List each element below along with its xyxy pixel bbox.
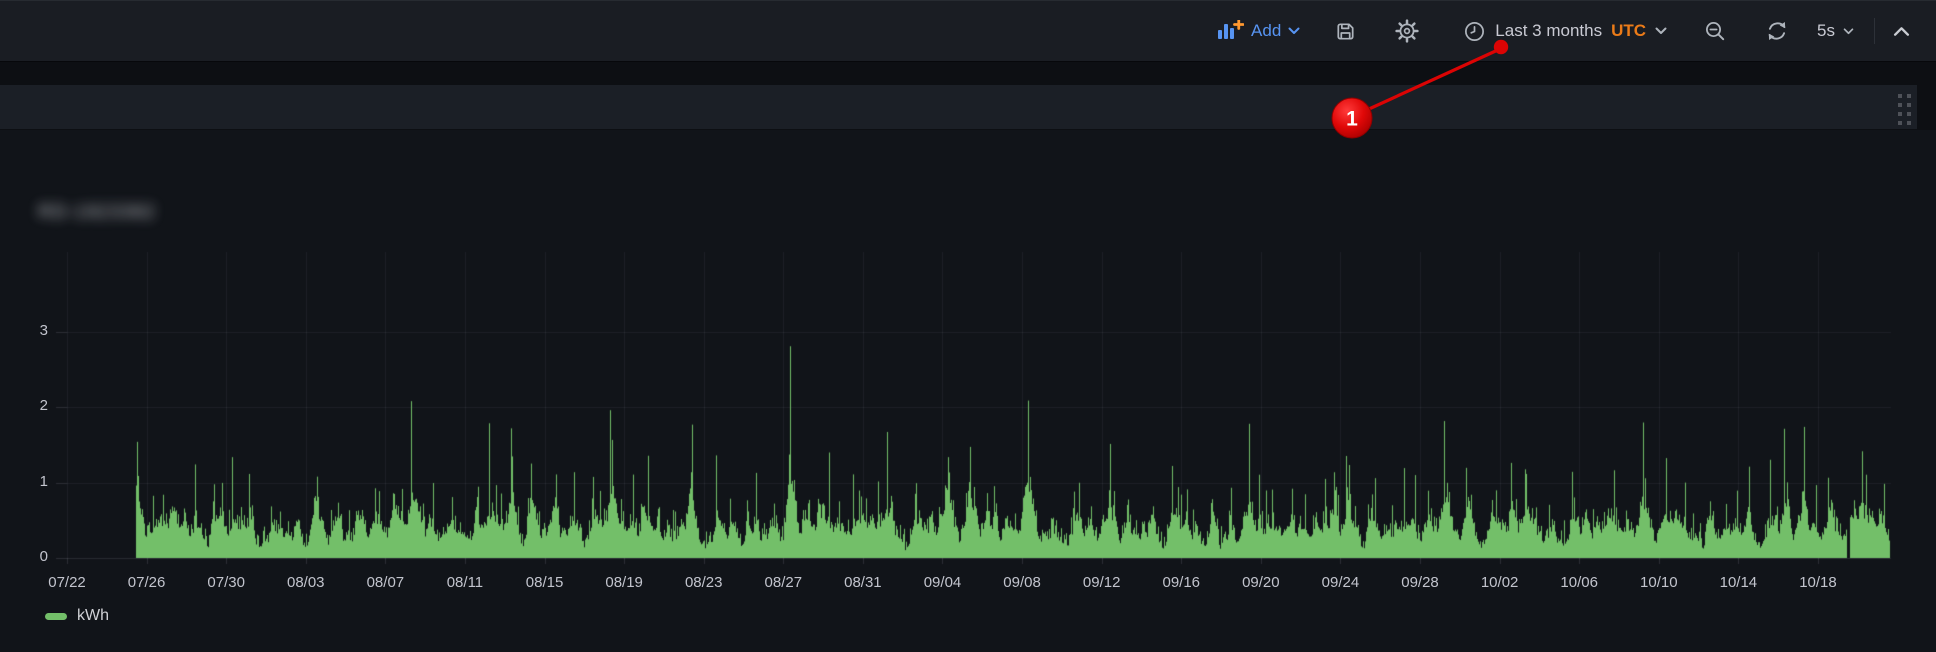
x-tick-label: 10/06 [1560, 574, 1598, 591]
legend-item-kwh[interactable]: kWh [45, 607, 109, 625]
refresh-interval-button[interactable]: 5s [1807, 1, 1864, 61]
chevron-down-icon [1655, 27, 1667, 35]
x-tick-label: 09/04 [924, 574, 962, 591]
x-tick-label: 09/12 [1083, 574, 1121, 591]
drag-handle-icon[interactable] [1898, 94, 1911, 125]
x-tick-label: 08/31 [844, 574, 882, 591]
x-tick-label: 08/11 [447, 574, 483, 591]
collapse-toolbar-button[interactable] [1887, 1, 1916, 61]
x-tick-label: 09/16 [1162, 574, 1200, 591]
dashboard-settings-button[interactable] [1385, 1, 1429, 61]
zoom-out-icon [1703, 19, 1727, 43]
x-tick-label: 08/07 [367, 574, 405, 591]
x-tick-label: 10/18 [1799, 574, 1837, 591]
legend-label: kWh [77, 607, 109, 625]
x-tick-label: 09/28 [1401, 574, 1439, 591]
add-panel-icon [1217, 20, 1244, 42]
refresh-interval-label: 5s [1817, 21, 1835, 41]
toolbar-actions: Add [1207, 1, 1936, 61]
x-axis-labels: 07/22 07/26 07/30 08/03 08/07 08/11 08/15 08/19… [0, 574, 1936, 594]
y-tick-label: 3 [0, 322, 48, 339]
gear-icon [1395, 19, 1419, 43]
time-range-picker-button[interactable]: Last 3 months UTC [1453, 1, 1677, 61]
chevron-down-icon [1843, 28, 1854, 35]
add-button[interactable]: Add [1207, 1, 1310, 61]
toolbar-divider [1874, 18, 1875, 44]
collapsed-row [0, 85, 1917, 129]
x-tick-label: 08/15 [526, 574, 564, 591]
x-tick-label: 07/26 [128, 574, 166, 591]
y-tick-label: 1 [0, 473, 48, 490]
clock-icon [1463, 20, 1486, 43]
refresh-button[interactable] [1755, 1, 1799, 61]
chart-panel: RD-1923382 0 1 2 3 07/22 07/26 07/30 08/03 08/0… [0, 130, 1936, 652]
x-tick-label: 07/30 [207, 574, 245, 591]
zoom-out-button[interactable] [1693, 1, 1737, 61]
x-tick-label: 07/22 [48, 574, 86, 591]
x-tick-label: 08/27 [765, 574, 803, 591]
x-tick-label: 09/20 [1242, 574, 1280, 591]
x-tick-label: 10/10 [1640, 574, 1678, 591]
x-tick-label: 09/24 [1322, 574, 1360, 591]
x-tick-label: 08/19 [605, 574, 643, 591]
y-tick-label: 0 [0, 548, 48, 565]
legend: kWh [45, 607, 109, 625]
timezone-label: UTC [1611, 21, 1646, 41]
grafana-dashboard: Add [0, 0, 1936, 652]
save-icon [1334, 20, 1357, 43]
add-button-label: Add [1251, 21, 1281, 41]
x-tick-label: 10/14 [1720, 574, 1758, 591]
legend-swatch [45, 613, 67, 620]
x-tick-label: 09/08 [1003, 574, 1041, 591]
x-tick-label: 08/03 [287, 574, 325, 591]
y-tick-label: 2 [0, 397, 48, 414]
x-tick-label: 10/02 [1481, 574, 1519, 591]
chevron-up-icon [1893, 26, 1910, 37]
x-tick-label: 08/23 [685, 574, 723, 591]
dashboard-toolbar: Add [0, 0, 1936, 61]
panel-title[interactable]: RD-1923382 [38, 202, 156, 224]
chevron-down-icon [1288, 27, 1300, 35]
save-dashboard-button[interactable] [1324, 1, 1367, 61]
time-range-label: Last 3 months [1495, 21, 1602, 41]
refresh-icon [1765, 19, 1789, 43]
